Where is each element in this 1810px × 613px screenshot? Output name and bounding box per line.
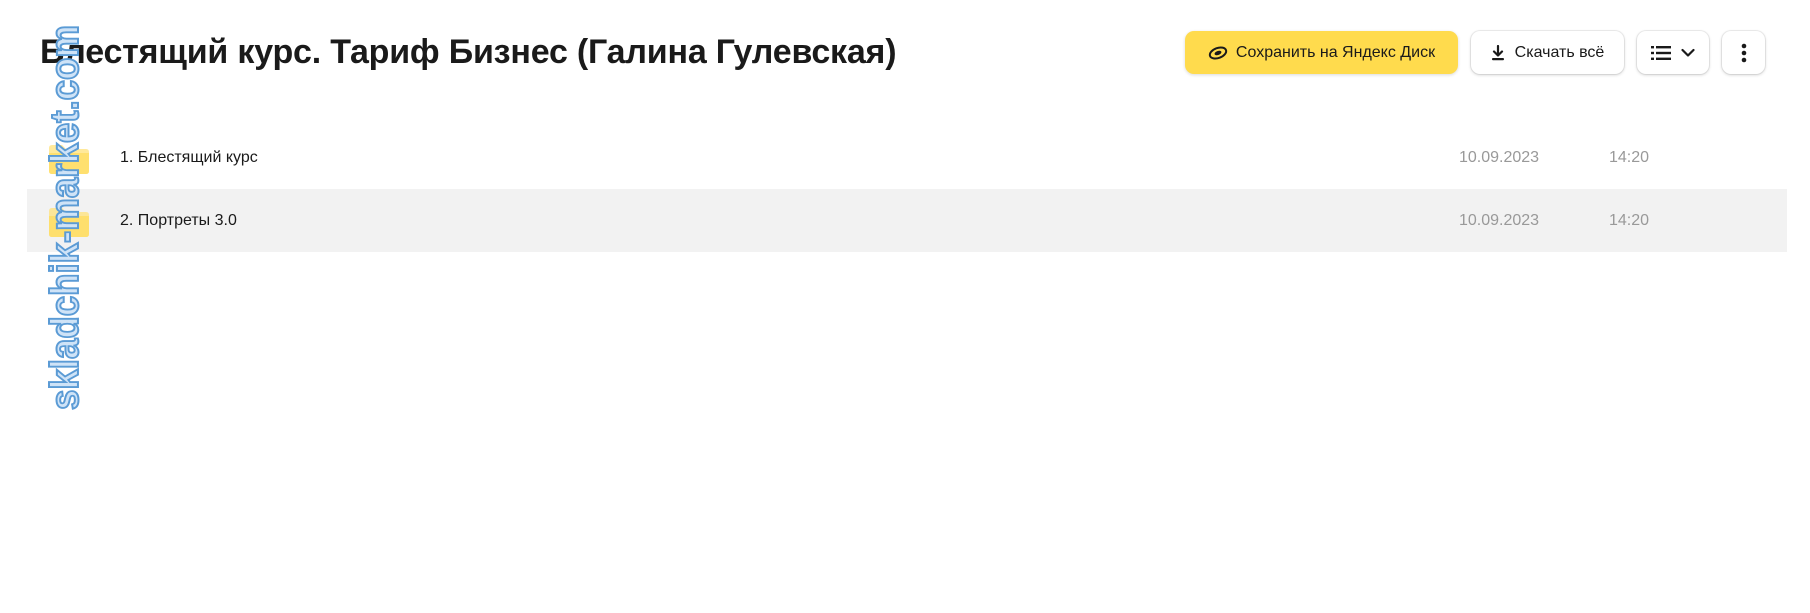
- list-view-icon: [1651, 45, 1671, 61]
- file-date: 10.09.2023: [1459, 211, 1540, 229]
- file-date: 10.09.2023: [1459, 148, 1540, 166]
- save-button-label: Сохранить на Яндекс Диск: [1235, 43, 1436, 61]
- download-button-label: Скачать всё: [1514, 43, 1605, 61]
- toolbar: Сохранить на Яндекс Диск Скачать всё: [1185, 31, 1765, 74]
- view-mode-button[interactable]: [1637, 31, 1709, 74]
- file-time: 14:20: [1609, 148, 1650, 166]
- file-name[interactable]: 2. Портреты 3.0: [120, 212, 237, 230]
- download-icon: [1491, 44, 1505, 61]
- header: Блестящий курс. Тариф Бизнес (Галина Гул…: [0, 0, 1810, 110]
- file-time: 14:20: [1609, 211, 1650, 229]
- chevron-down-icon: [1681, 48, 1695, 58]
- download-all-button[interactable]: Скачать всё: [1471, 31, 1624, 74]
- page-title: Блестящий курс. Тариф Бизнес (Галина Гул…: [40, 33, 897, 71]
- folder-icon: [47, 206, 91, 238]
- yandex-disk-icon: [1208, 45, 1228, 61]
- save-to-disk-button[interactable]: Сохранить на Яндекс Диск: [1185, 31, 1458, 74]
- file-row[interactable]: 1. Блестящий курс 10.09.2023 14:20: [27, 126, 1787, 189]
- folder-icon: [47, 143, 91, 175]
- more-options-button[interactable]: [1722, 31, 1765, 74]
- file-row[interactable]: 2. Портреты 3.0 10.09.2023 14:20: [27, 189, 1787, 252]
- file-list: 1. Блестящий курс 10.09.2023 14:20 2. По…: [27, 126, 1787, 252]
- file-name[interactable]: 1. Блестящий курс: [120, 149, 258, 167]
- more-vertical-icon: [1741, 43, 1747, 63]
